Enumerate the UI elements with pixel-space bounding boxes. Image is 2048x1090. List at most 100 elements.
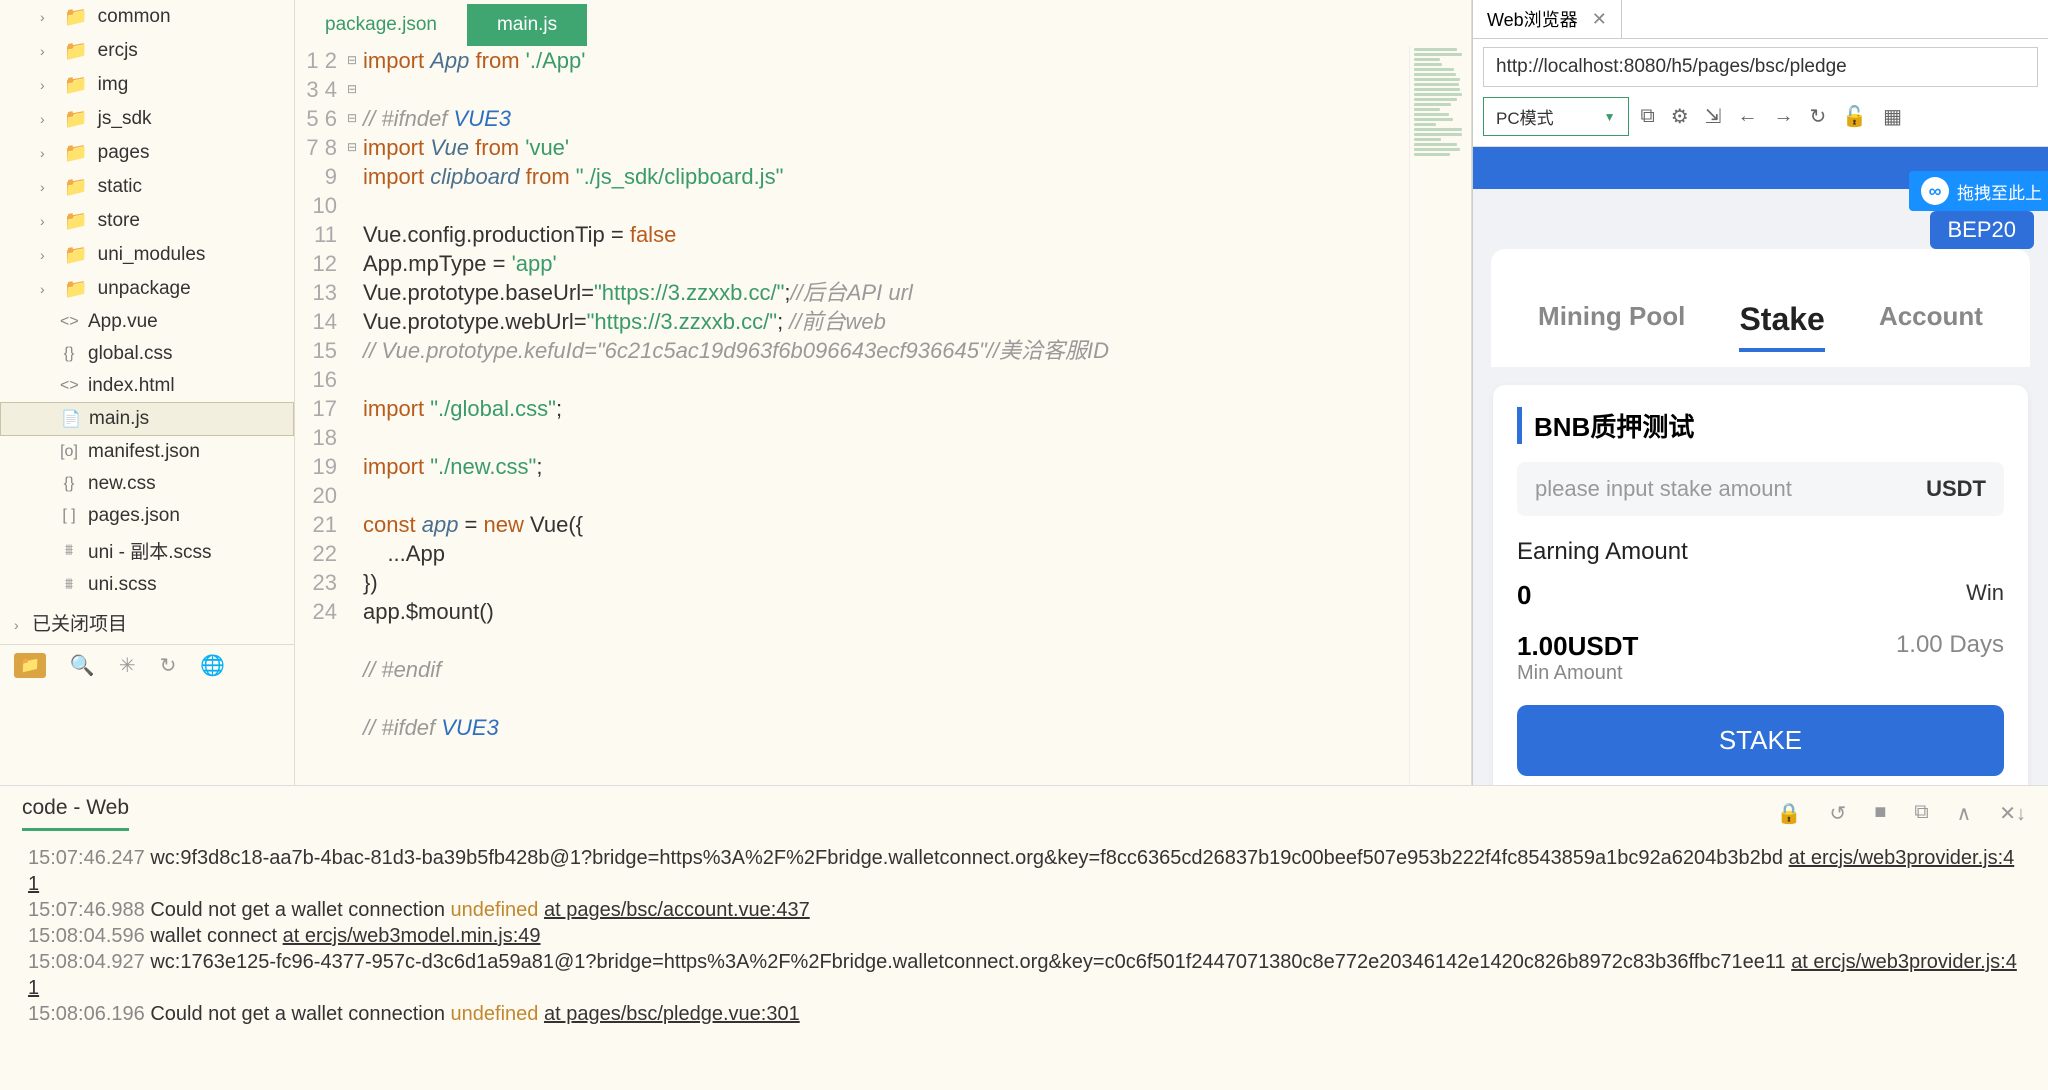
globe-icon[interactable]: 🌐: [200, 653, 225, 678]
file-explorer[interactable]: ›📁common›📁ercjs›📁img›📁js_sdk›📁pages›📁sta…: [0, 0, 295, 785]
clear-icon[interactable]: ✕↓: [1999, 801, 2026, 826]
file-label: uni.scss: [88, 574, 157, 596]
file-global.css[interactable]: {}global.css: [0, 338, 294, 370]
console-link[interactable]: at ercjs/web3model.min.js:49: [283, 925, 541, 947]
lock-icon[interactable]: 🔒: [1777, 801, 1802, 826]
folder-unpackage[interactable]: ›📁unpackage: [0, 272, 294, 306]
folder-store[interactable]: ›📁store: [0, 204, 294, 238]
folder-common[interactable]: ›📁common: [0, 0, 294, 34]
folder-uni_modules[interactable]: ›📁uni_modules: [0, 238, 294, 272]
console-output[interactable]: 15:07:46.247 wc:9f3d8c18-aa7b-4bac-81d3-…: [0, 831, 2048, 1041]
code-body[interactable]: import App from './App' // #ifndef VUE3 …: [363, 46, 1409, 785]
cloud-icon: ∞: [1921, 177, 1949, 205]
binoculars-icon[interactable]: 🔍: [70, 653, 95, 678]
console-link[interactable]: at pages/bsc/pledge.vue:301: [544, 1003, 800, 1025]
file-uni - 副本.scss[interactable]: ⩩uni - 副本.scss: [0, 532, 294, 569]
editor-area: package.json main.js 1 2 3 4 5 6 7 8 9 1…: [295, 0, 1472, 785]
browser-viewport[interactable]: ∞ 拖拽至此上 BEP20 Mining Pool Stake Account …: [1473, 147, 2048, 785]
file-manifest.json[interactable]: [o]manifest.json: [0, 436, 294, 468]
folder-icon: 📁: [64, 141, 88, 165]
folder-label: ercjs: [98, 40, 138, 62]
folder-img[interactable]: ›📁img: [0, 68, 294, 102]
folder-js_sdk[interactable]: ›📁js_sdk: [0, 102, 294, 136]
gear-icon[interactable]: ⚙: [1667, 100, 1693, 133]
card-title: BNB质押测试: [1517, 407, 2004, 444]
console-line: 15:07:46.247 wc:9f3d8c18-aa7b-4bac-81d3-…: [28, 845, 2020, 897]
console-link[interactable]: at pages/bsc/account.vue:437: [544, 899, 810, 921]
bug-icon[interactable]: ✳: [119, 653, 136, 678]
mode-select[interactable]: PC模式 ▼: [1483, 97, 1629, 136]
minimap[interactable]: [1409, 46, 1471, 785]
file-pages.json[interactable]: [ ]pages.json: [0, 500, 294, 532]
console-line: 15:08:04.596 wallet connect at ercjs/web…: [28, 923, 2020, 949]
stake-card: BNB质押测试 please input stake amount USDT E…: [1493, 385, 2028, 785]
file-main.js[interactable]: 📄main.js: [0, 402, 294, 436]
web-browser-panel: Web浏览器 ✕ http://localhost:8080/h5/pages/…: [1472, 0, 2048, 785]
closed-projects-label: 已关闭项目: [32, 614, 127, 635]
tab-main-js[interactable]: main.js: [467, 4, 587, 46]
folder-icon: 📁: [64, 5, 88, 29]
chevron-right-icon: ›: [40, 43, 54, 59]
editor-tabs: package.json main.js: [295, 0, 1471, 46]
folder-icon[interactable]: 📁: [14, 653, 46, 678]
chevron-right-icon: ›: [40, 145, 54, 161]
export-icon[interactable]: ⇲: [1701, 100, 1726, 133]
forward-icon[interactable]: →: [1770, 101, 1798, 132]
file-icon: <>: [60, 377, 78, 395]
back-icon[interactable]: ←: [1734, 101, 1762, 132]
earning-label: Earning Amount: [1517, 538, 2004, 566]
file-label: global.css: [88, 343, 173, 365]
file-icon: {}: [60, 475, 78, 493]
earning-value: 0: [1517, 580, 1531, 611]
history-icon[interactable]: ↺: [1829, 801, 1846, 826]
folder-ercjs[interactable]: ›📁ercjs: [0, 34, 294, 68]
file-icon: ⩩: [60, 542, 78, 560]
file-index.html[interactable]: <>index.html: [0, 370, 294, 402]
nav-account[interactable]: Account: [1879, 301, 1983, 352]
folder-pages[interactable]: ›📁pages: [0, 136, 294, 170]
stake-button[interactable]: STAKE: [1517, 705, 2004, 776]
code-editor[interactable]: 1 2 3 4 5 6 7 8 9 10 11 12 13 14 15 16 1…: [295, 46, 1471, 785]
chevron-right-icon: ›: [40, 111, 54, 127]
console-toolbar: 🔒 ↺ ■ ⧉ ∧ ✕↓: [1777, 801, 2026, 826]
console-line: 15:07:46.988 Could not get a wallet conn…: [28, 897, 2020, 923]
popout-icon[interactable]: ⧉: [1914, 801, 1928, 826]
drag-upload-hint[interactable]: ∞ 拖拽至此上: [1909, 171, 2048, 211]
console-link[interactable]: at ercjs/web3provider.js:41: [28, 951, 2017, 999]
browser-tab-label: Web浏览器: [1487, 6, 1578, 32]
file-uni.scss[interactable]: ⩩uni.scss: [0, 569, 294, 601]
sync-icon[interactable]: ↻: [160, 653, 177, 678]
folder-static[interactable]: ›📁static: [0, 170, 294, 204]
chevron-right-icon: ›: [40, 213, 54, 229]
closed-projects[interactable]: › 已关闭项目: [0, 601, 294, 644]
tab-package-json[interactable]: package.json: [295, 4, 467, 46]
refresh-icon[interactable]: ↻: [1806, 100, 1831, 133]
chevron-right-icon: ›: [40, 247, 54, 263]
stop-icon[interactable]: ■: [1874, 801, 1886, 826]
file-label: App.vue: [88, 311, 158, 333]
console-line: 15:08:04.927 wc:1763e125-fc96-4377-957c-…: [28, 949, 2020, 1001]
console-tab[interactable]: code - Web: [22, 796, 129, 831]
close-icon[interactable]: ✕: [1592, 9, 1607, 30]
browser-toolbar: PC模式 ▼ ⧉ ⚙ ⇲ ← → ↻ 🔓 ▦: [1473, 93, 2048, 147]
file-label: pages.json: [88, 505, 180, 527]
folder-label: js_sdk: [98, 108, 152, 130]
open-external-icon[interactable]: ⧉: [1637, 101, 1659, 132]
console-link[interactable]: at ercjs/web3provider.js:41: [28, 847, 2014, 895]
lock-icon[interactable]: 🔓: [1838, 100, 1871, 133]
earning-unit: Win: [1966, 580, 2004, 611]
nav-mining-pool[interactable]: Mining Pool: [1538, 301, 1685, 352]
folder-icon: 📁: [64, 209, 88, 233]
collapse-icon[interactable]: ∧: [1957, 801, 1972, 826]
browser-tab[interactable]: Web浏览器 ✕: [1473, 0, 1622, 38]
url-bar[interactable]: http://localhost:8080/h5/pages/bsc/pledg…: [1483, 47, 2038, 87]
file-new.css[interactable]: {}new.css: [0, 468, 294, 500]
folder-label: static: [98, 176, 142, 198]
folder-icon: 📁: [64, 175, 88, 199]
folder-label: common: [98, 6, 171, 28]
stake-amount-input[interactable]: please input stake amount USDT: [1517, 462, 2004, 516]
file-App.vue[interactable]: <>App.vue: [0, 306, 294, 338]
file-icon: 📄: [61, 409, 79, 429]
nav-stake[interactable]: Stake: [1739, 301, 1824, 352]
grid-icon[interactable]: ▦: [1879, 100, 1906, 133]
